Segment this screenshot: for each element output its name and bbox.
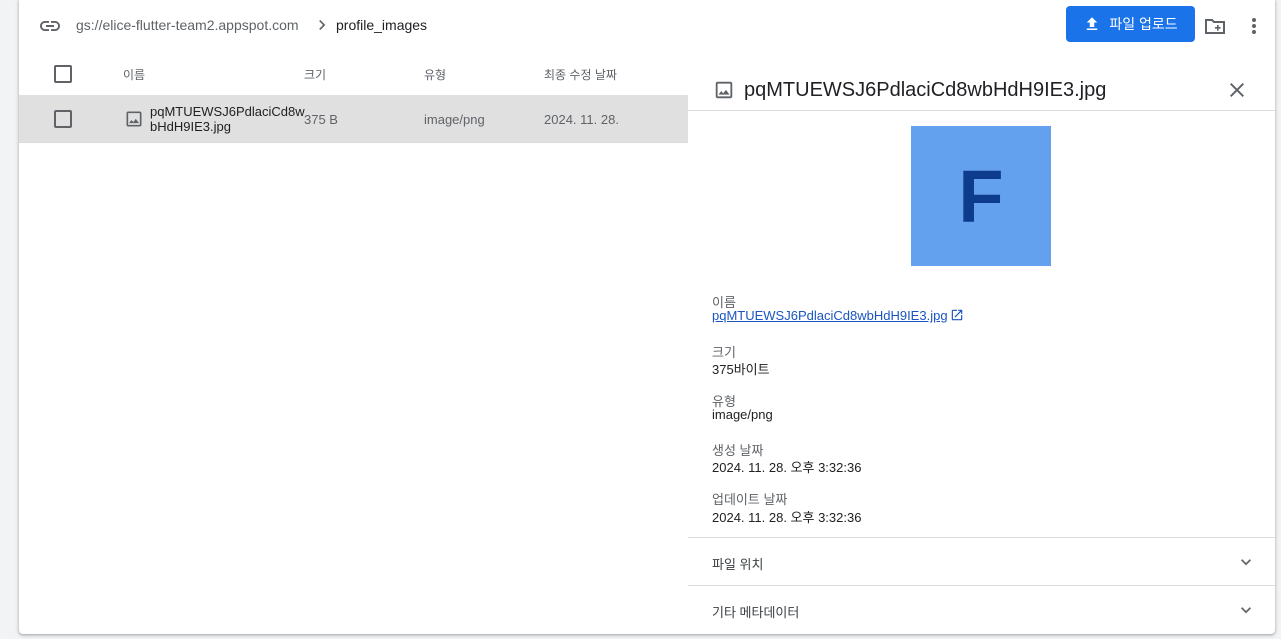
file-table: 이름 크기 유형 최종 수정 날짜 pqMTUEWSJ6PdlaciCd8wbH…	[19, 50, 688, 143]
toolbar: gs://elice-flutter-team2.appspot.com pro…	[19, 0, 1275, 50]
other-metadata-section[interactable]: 기타 메타데이터	[688, 585, 1275, 633]
file-modified-cell: 2024. 11. 28.	[544, 112, 619, 127]
chevron-down-icon	[1241, 559, 1251, 566]
storage-browser-card: gs://elice-flutter-team2.appspot.com pro…	[19, 0, 1275, 634]
image-icon	[715, 81, 733, 99]
name-value: pqMTUEWSJ6PdlaciCd8wbHdH9IE3.jpg	[712, 308, 964, 323]
column-header-name[interactable]: 이름	[123, 66, 145, 83]
image-icon	[126, 111, 142, 127]
file-type-cell: image/png	[424, 112, 485, 127]
created-value: 2024. 11. 28. 오후 3:32:36	[712, 460, 862, 475]
file-download-link[interactable]: pqMTUEWSJ6PdlaciCd8wbHdH9IE3.jpg	[712, 308, 948, 323]
file-location-section[interactable]: 파일 위치	[688, 537, 1275, 585]
link-icon[interactable]	[38, 14, 62, 38]
close-icon[interactable]	[1225, 78, 1249, 102]
other-metadata-label: 기타 메타데이터	[712, 605, 800, 620]
breadcrumb-folder[interactable]: profile_images	[336, 17, 427, 33]
chevron-right-icon	[319, 20, 326, 30]
file-name-cell[interactable]: pqMTUEWSJ6PdlaciCd8wbHdH9IE3.jpg	[150, 104, 305, 134]
column-header-type[interactable]: 유형	[424, 66, 446, 83]
create-folder-icon[interactable]	[1203, 14, 1227, 38]
updated-value: 2024. 11. 28. 오후 3:32:36	[712, 510, 862, 525]
select-all-checkbox[interactable]	[54, 65, 72, 83]
upload-file-button[interactable]: 파일 업로드	[1066, 6, 1195, 42]
open-in-new-icon[interactable]	[950, 308, 964, 322]
type-value: image/png	[712, 407, 773, 422]
file-details-panel: pqMTUEWSJ6PdlaciCd8wbHdH9IE3.jpg F 이름 pq…	[688, 70, 1275, 634]
column-header-modified[interactable]: 최종 수정 날짜	[544, 66, 617, 83]
preview-letter: F	[958, 154, 1004, 238]
upload-icon	[1087, 17, 1098, 30]
panel-header: pqMTUEWSJ6PdlaciCd8wbHdH9IE3.jpg	[688, 70, 1275, 111]
updated-label: 업데이트 날짜	[712, 492, 788, 507]
upload-button-label: 파일 업로드	[1109, 16, 1178, 32]
more-vert-icon[interactable]	[1242, 14, 1266, 38]
row-checkbox[interactable]	[54, 110, 72, 128]
size-value: 375바이트	[712, 362, 770, 377]
table-header: 이름 크기 유형 최종 수정 날짜	[19, 50, 688, 95]
panel-title: pqMTUEWSJ6PdlaciCd8wbHdH9IE3.jpg	[744, 79, 1107, 101]
image-preview: F	[911, 126, 1051, 266]
file-location-label: 파일 위치	[712, 557, 764, 572]
file-size-cell: 375 B	[304, 112, 338, 127]
table-row[interactable]: pqMTUEWSJ6PdlaciCd8wbHdH9IE3.jpg 375 B i…	[19, 95, 688, 143]
breadcrumb-bucket[interactable]: gs://elice-flutter-team2.appspot.com	[76, 17, 299, 33]
column-header-size[interactable]: 크기	[304, 66, 326, 83]
chevron-down-icon	[1241, 607, 1251, 614]
